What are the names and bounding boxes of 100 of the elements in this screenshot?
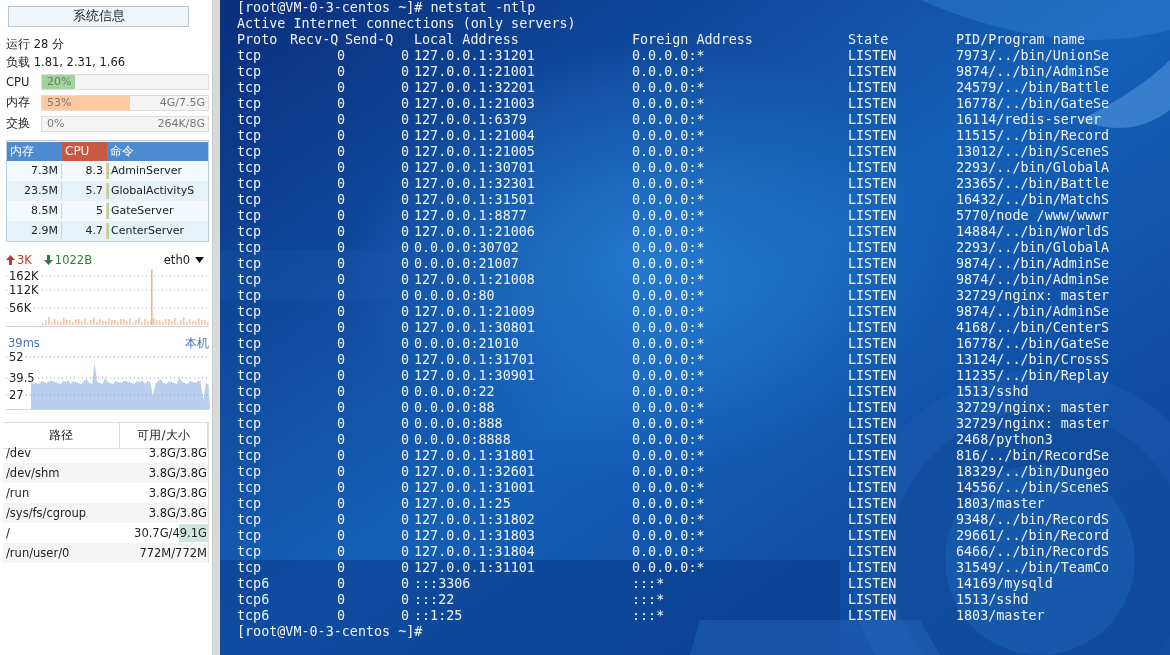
latency-value: 39ms — [8, 336, 40, 351]
system-info-button[interactable]: 系统信息 — [8, 6, 189, 27]
column-header[interactable]: 命令 — [107, 141, 208, 161]
arrow-down-icon — [43, 255, 53, 265]
axis-tick-label: 56K — [9, 302, 32, 314]
terminal-cell: 816/../bin/RecordSe — [956, 448, 1110, 464]
column-header[interactable]: CPU — [62, 141, 107, 161]
terminal-cell: 0.0.0.0:* — [632, 240, 705, 256]
column-header[interactable]: 内存 — [7, 141, 62, 161]
axis-tick-label: 162K — [9, 270, 39, 282]
terminal-cell: 127.0.0.1:8877 — [414, 208, 527, 224]
terminal-cell: tcp — [237, 448, 262, 464]
terminal-cell: 0 — [336, 512, 345, 528]
terminal-cell: 32729/nginx: master — [956, 400, 1110, 416]
table-cell-text: /run/user/0 — [5, 546, 71, 560]
terminal-cell: tcp — [237, 256, 262, 272]
terminal-cell: LISTEN — [848, 368, 897, 384]
terminal-cell: LISTEN — [848, 64, 897, 80]
table-cell: 7.3M — [7, 163, 62, 179]
terminal-cell: 9874/../bin/AdminSe — [956, 64, 1110, 80]
terminal-cell: tcp — [237, 480, 262, 496]
terminal-cell: LISTEN — [848, 496, 897, 512]
table-cell: 5 — [62, 203, 107, 219]
terminal-cell: LISTEN — [848, 400, 897, 416]
terminal-cell: tcp — [237, 112, 262, 128]
terminal-cell: 13012/../bin/SceneS — [956, 144, 1110, 160]
terminal-cell: LISTEN — [848, 544, 897, 560]
terminal-cell: LISTEN — [848, 256, 897, 272]
terminal-cell: 127.0.0.1:21008 — [414, 272, 535, 288]
shell-prompt: [root@VM-0-3-centos ~]# — [237, 624, 423, 640]
terminal-cell: 0.0.0.0:* — [632, 288, 705, 304]
terminal-cell: 0 — [336, 144, 345, 160]
terminal-cell: 127.0.0.1:30801 — [414, 320, 535, 336]
terminal-cell: 0 — [400, 528, 409, 544]
terminal-cell: 0.0.0.0:* — [632, 336, 705, 352]
terminal-cell: tcp — [237, 544, 262, 560]
terminal-cell: 0.0.0.0:* — [632, 432, 705, 448]
meter-label: 内存 — [6, 95, 31, 110]
terminal-cell: LISTEN — [848, 160, 897, 176]
terminal-cell: tcp6 — [237, 576, 270, 592]
table-cell-text: / — [5, 526, 11, 540]
terminal-cell: LISTEN — [848, 464, 897, 480]
terminal-cell: 0 — [400, 560, 409, 576]
terminal-cell: 0.0.0.0:* — [632, 320, 705, 336]
terminal-cell: 0 — [336, 352, 345, 368]
terminal-cell: 0.0.0.0:* — [632, 112, 705, 128]
terminal-cell: 0.0.0.0:* — [632, 176, 705, 192]
terminal-cell: 0.0.0.0:* — [632, 368, 705, 384]
terminal-cell: 0 — [400, 144, 409, 160]
meter-amount: 264K/8G — [157, 117, 205, 130]
terminal-cell: tcp — [237, 48, 262, 64]
terminal-cell: 0 — [400, 64, 409, 80]
terminal-cell: 23365/../bin/Battle — [956, 176, 1110, 192]
terminal-cell: 0.0.0.0:* — [632, 352, 705, 368]
terminal-cell: 0 — [336, 272, 345, 288]
terminal-cell: tcp — [237, 224, 262, 240]
terminal-cell: 0 — [400, 256, 409, 272]
terminal-cell: LISTEN — [848, 96, 897, 112]
terminal-cell: 0 — [336, 96, 345, 112]
terminal-cell: 0.0.0.0:21007 — [414, 256, 519, 272]
table-cell-text: /sys/fs/cgroup — [5, 506, 88, 520]
terminal-cell: 0 — [336, 160, 345, 176]
terminal-cell: tcp — [237, 528, 262, 544]
terminal-cell: 127.0.0.1:31701 — [414, 352, 535, 368]
terminal-cell: 0.0.0.0:* — [632, 416, 705, 432]
terminal-cell: 0 — [336, 592, 345, 608]
terminal-cell: LISTEN — [848, 448, 897, 464]
terminal-cell: 14884/../bin/WorldS — [956, 224, 1110, 240]
terminal-cell: 0 — [400, 176, 409, 192]
terminal-cell: tcp — [237, 432, 262, 448]
terminal-cell: 0 — [400, 240, 409, 256]
table-cell-text: 772M/772M — [138, 545, 208, 562]
terminal-cell: tcp — [237, 160, 262, 176]
command-line: [root@VM-0-3-centos ~]# netstat -ntlp — [237, 0, 536, 16]
terminal-cell: LISTEN — [848, 416, 897, 432]
terminal-cell: 0 — [336, 448, 345, 464]
terminal-cell: 127.0.0.1:21005 — [414, 144, 535, 160]
terminal-cell: 0 — [336, 480, 345, 496]
terminal-cell: LISTEN — [848, 304, 897, 320]
column-header: Recv-Q — [290, 32, 339, 48]
interface-dropdown[interactable]: eth0 — [163, 253, 204, 267]
terminal-cell: 0 — [336, 256, 345, 272]
table-cell: 8.5M — [7, 203, 62, 219]
terminal-cell: LISTEN — [848, 576, 897, 592]
meter-percent: 53% — [47, 96, 72, 109]
terminal-cell: tcp — [237, 320, 262, 336]
terminal-cell: 9874/../bin/AdminSe — [956, 272, 1110, 288]
terminal-cell: tcp — [237, 512, 262, 528]
terminal-cell: tcp — [237, 384, 262, 400]
terminal-cell: 0 — [336, 208, 345, 224]
terminal-cell: :::* — [632, 608, 665, 624]
table-cell: 2.9M — [7, 223, 62, 239]
table-cell: GateServer — [107, 203, 208, 219]
load-average-text: 负载 1.81, 2.31, 1.66 — [5, 54, 127, 71]
terminal-cell: 127.0.0.1:31803 — [414, 528, 535, 544]
terminal-cell: 0 — [336, 192, 345, 208]
axis-tick-label: 52 — [9, 351, 24, 363]
terminal-cell: 127.0.0.1:30701 — [414, 160, 535, 176]
terminal-cell: 0.0.0.0:8888 — [414, 432, 511, 448]
terminal-cell: 6466/../bin/RecordS — [956, 544, 1110, 560]
